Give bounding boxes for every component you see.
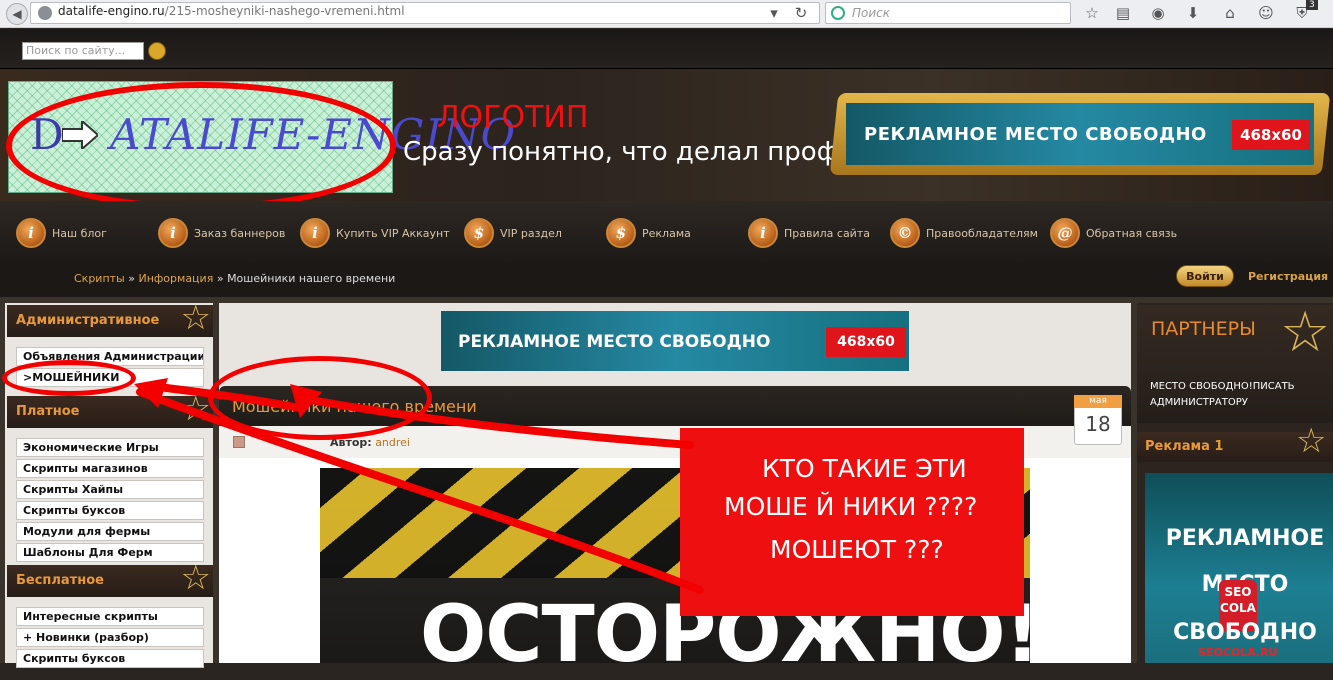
annotation-arrows bbox=[134, 378, 704, 594]
